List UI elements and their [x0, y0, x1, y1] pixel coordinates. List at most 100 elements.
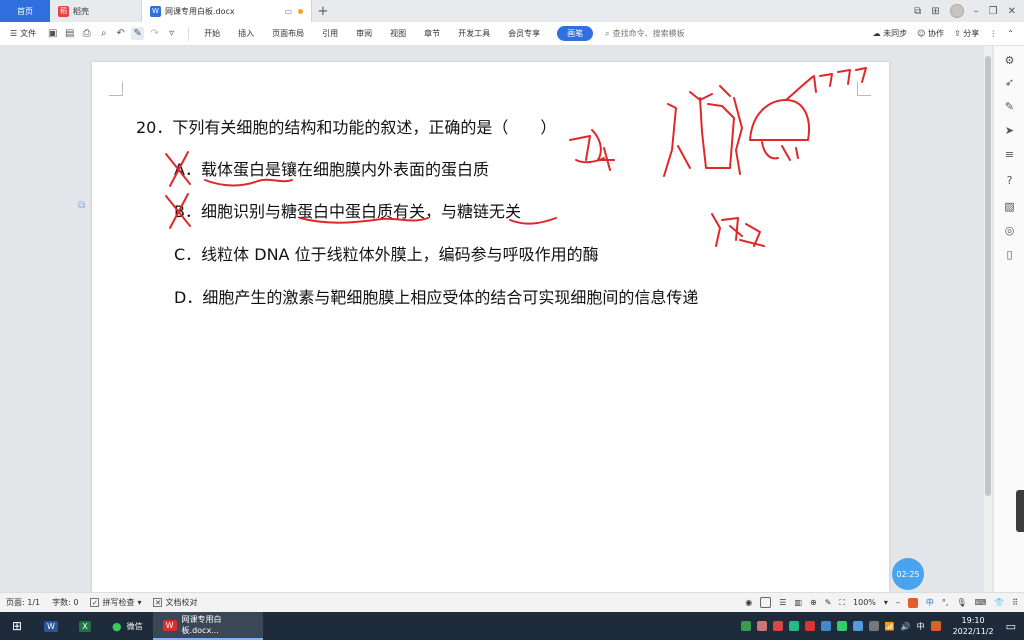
word-count[interactable]: 字数: 0 [52, 597, 78, 608]
ime-indicator[interactable]: 中 [917, 621, 925, 632]
tray-app-icon[interactable] [788, 621, 799, 631]
shirt-icon[interactable]: 👕 [994, 598, 1004, 607]
collab-button[interactable]: ☺ 协作 [917, 28, 944, 39]
sogou-icon[interactable] [907, 597, 918, 608]
undo-icon[interactable]: ↶ [114, 27, 127, 40]
more-icon[interactable]: ⋮ [989, 29, 997, 38]
image-icon[interactable]: ▨ [1003, 200, 1016, 213]
spell-check-button[interactable]: ✓ 拼写检查 ▾ [90, 597, 141, 608]
more-quick-icon[interactable]: ▿ [165, 27, 178, 40]
zoom-level[interactable]: 100% [853, 598, 876, 607]
print-icon[interactable]: ⎙ [80, 27, 93, 40]
rocket-icon[interactable]: ➶ [1003, 76, 1016, 89]
taskbar-wechat[interactable]: ● 微信 [102, 612, 153, 640]
document-page[interactable]: 20．下列有关细胞的结构和功能的叙述，正确的是（ ） A．载体蛋白是镶在细胞膜内… [92, 62, 889, 592]
tray-app-icon[interactable] [740, 621, 751, 631]
menu-review[interactable]: 审阅 [347, 28, 381, 39]
windows-icon: ⊞ [11, 619, 23, 633]
eye-icon[interactable]: ◉ [745, 598, 752, 607]
menu-reference[interactable]: 引用 [313, 28, 347, 39]
sliders-icon[interactable]: ⚙ [1003, 54, 1016, 67]
network-icon[interactable]: 📶 [885, 622, 895, 631]
close-icon[interactable]: ✕ [1008, 6, 1016, 17]
fit-icon[interactable]: ⛶ [839, 598, 845, 608]
tab-document[interactable]: W 网课专用白板.docx ▭ [142, 0, 312, 22]
menu-start[interactable]: 开始 [195, 28, 229, 39]
tray-app-icon[interactable] [820, 621, 831, 631]
tray-app-icon[interactable] [804, 621, 815, 631]
page-view-icon[interactable] [760, 597, 772, 608]
clock[interactable]: 19:10 2022/11/2 [947, 615, 1000, 637]
edit-icon[interactable]: ✎ [1003, 100, 1016, 113]
layout-icon[interactable]: ⧉ [914, 6, 921, 17]
command-search[interactable]: ⌕ 查找命令、搜索模板 [605, 28, 684, 39]
file-menu[interactable]: ☰ 文件 [0, 28, 46, 39]
menu-insert[interactable]: 插入 [229, 28, 263, 39]
read-view-icon[interactable]: ▥ [794, 598, 802, 607]
zoom-out-icon[interactable]: – [896, 598, 900, 607]
scroll-thumb[interactable] [985, 56, 991, 496]
menu-developer[interactable]: 开发工具 [449, 28, 499, 39]
side-handle[interactable] [1016, 490, 1024, 532]
help-icon[interactable]: ? [1003, 174, 1016, 187]
start-button[interactable]: ⊞ [0, 619, 34, 633]
view-controls: ◉ ☰ ▥ ⊕ ✎ ⛶ 100% ▾ – 中 °, 🎙 ⌨ 👕 ⠿ [745, 597, 1024, 608]
ime-status-icon[interactable]: 中 [926, 597, 934, 608]
notification-icon[interactable]: ▭ [1006, 620, 1016, 633]
monitor-icon[interactable]: ▭ [284, 7, 292, 16]
volume-icon[interactable]: 🔊 [901, 622, 911, 631]
sogou-tray-icon[interactable] [930, 621, 941, 631]
share-button[interactable]: ⇪ 分享 [954, 28, 979, 39]
pen-tool-icon[interactable]: ✎ [131, 27, 145, 40]
share-label: 分享 [963, 29, 980, 38]
book-icon[interactable]: ▯ [1003, 248, 1016, 261]
keyboard-icon[interactable]: ⌨ [975, 598, 987, 607]
collapse-icon[interactable]: ⌃ [1007, 29, 1014, 38]
pointer-icon[interactable]: ➤ [1003, 124, 1016, 137]
tab-document-label: 网课专用白板.docx [165, 6, 235, 16]
cloud-icon: ☁ [872, 29, 881, 38]
tab-daoke[interactable]: 稻 稻壳 [50, 0, 142, 22]
taskbar-excel[interactable]: X [68, 612, 102, 640]
outline-view-icon[interactable]: ☰ [779, 598, 786, 607]
redo-icon[interactable]: ↷ [148, 27, 161, 40]
paragraph-mark-icon[interactable]: ⧉ [78, 200, 88, 212]
new-tab-button[interactable]: + [312, 0, 334, 22]
menu-member[interactable]: 会员专享 [499, 28, 549, 39]
save-icon[interactable]: ▣ [46, 27, 59, 40]
tray-app-icon[interactable] [772, 621, 783, 631]
minimize-icon[interactable]: – [974, 6, 979, 17]
tray-app-icon[interactable] [756, 621, 767, 631]
export-icon[interactable]: ▤ [63, 27, 76, 40]
grid-icon[interactable]: ⊞ [931, 6, 939, 17]
title-bar: 首页 稻 稻壳 W 网课专用白板.docx ▭ + ⧉ ⊞ – ❐ ✕ [0, 0, 1024, 22]
taskbar-wps-document[interactable]: W 网课专用白板.docx... [152, 612, 263, 640]
menu-page-layout[interactable]: 页面布局 [263, 28, 313, 39]
tray-app-icon[interactable] [852, 621, 863, 631]
sync-button[interactable]: ☁ 未同步 [873, 28, 908, 39]
pen-view-icon[interactable]: ✎ [825, 598, 832, 607]
option-a: A．载体蛋白是镶在细胞膜内外表面的蛋白质 [174, 160, 489, 179]
avatar[interactable] [949, 4, 964, 18]
restore-icon[interactable]: ❐ [989, 6, 998, 17]
daoke-icon: 稻 [58, 5, 69, 17]
adjust-icon[interactable]: ≡ [1003, 148, 1016, 161]
timer-badge[interactable]: 02:25 [892, 558, 924, 590]
preview-icon[interactable]: ⌕ [97, 27, 110, 40]
punctuation-icon[interactable]: °, [942, 598, 949, 607]
proofread-button[interactable]: ✕ 文档校对 [153, 597, 197, 608]
web-view-icon[interactable]: ⊕ [810, 598, 817, 607]
pen-tab-button[interactable]: 画笔 [557, 26, 594, 41]
taskbar-word[interactable]: W [34, 612, 68, 640]
page-count[interactable]: 页面: 1/1 [6, 597, 40, 608]
tray-app-icon[interactable] [836, 621, 847, 631]
tray-app-icon[interactable] [868, 621, 879, 631]
zoom-dropdown-icon[interactable]: ▾ [884, 598, 888, 607]
menu-view[interactable]: 视图 [381, 28, 415, 39]
word-doc-icon: W [150, 5, 161, 17]
tab-home[interactable]: 首页 [0, 0, 50, 22]
menu-chapter[interactable]: 章节 [415, 28, 449, 39]
mic-icon[interactable]: 🎙 [956, 598, 966, 607]
apps-icon[interactable]: ⠿ [1012, 598, 1018, 607]
compass-icon[interactable]: ◎ [1003, 224, 1016, 237]
